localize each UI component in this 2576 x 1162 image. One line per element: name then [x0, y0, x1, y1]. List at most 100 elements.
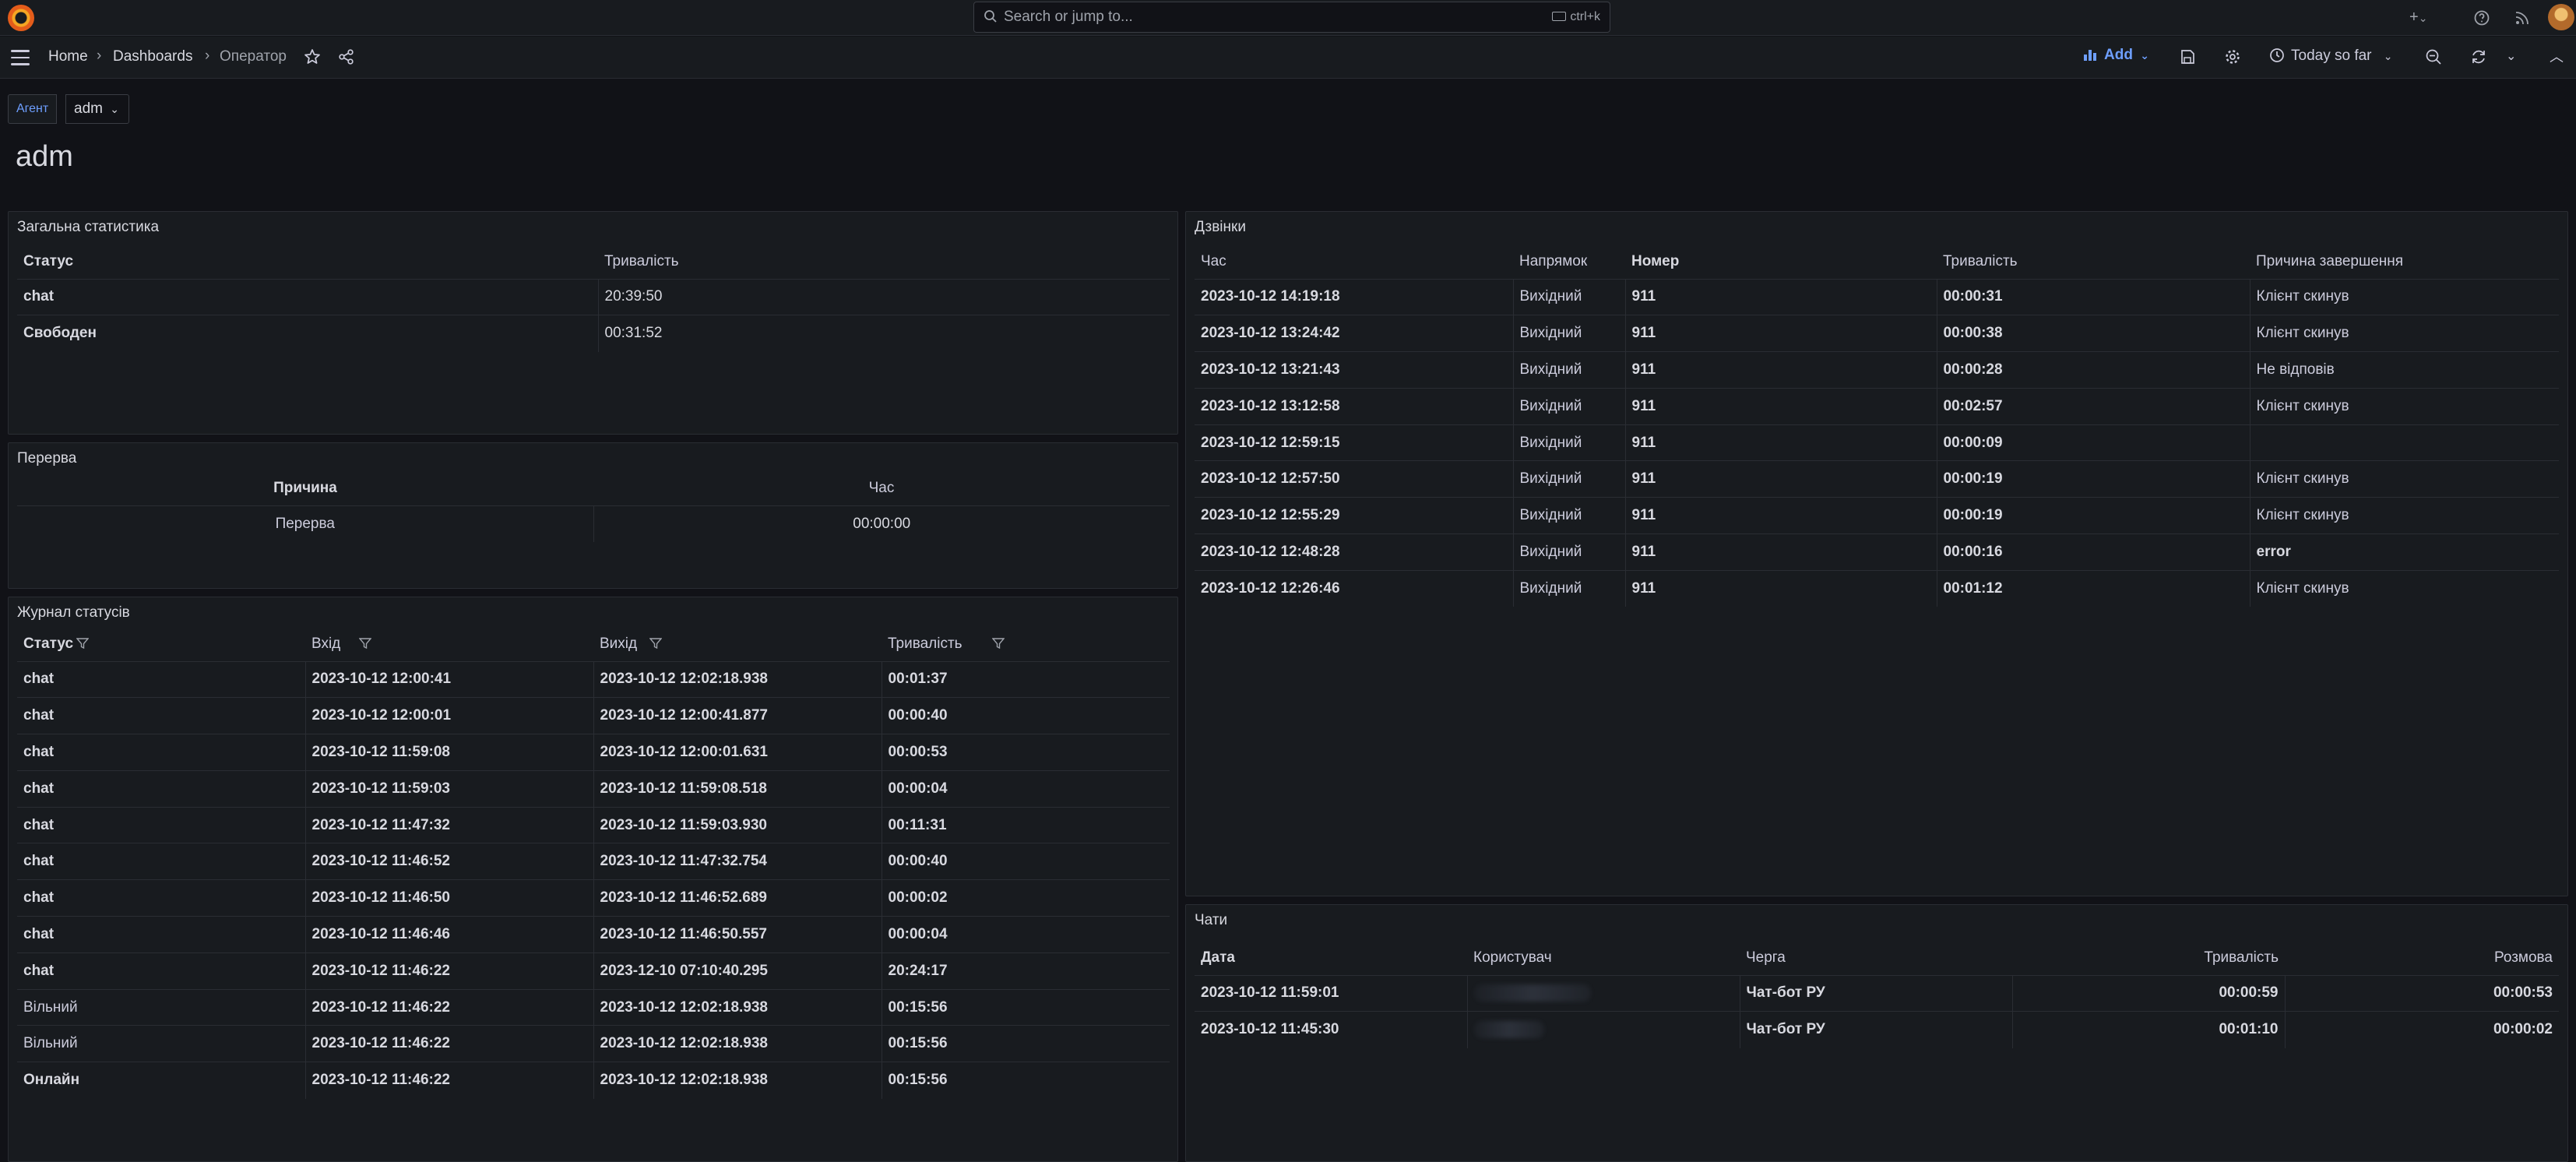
column-header-user[interactable]: Користувач: [1467, 941, 1740, 975]
panel-break: Перерва Причина Час Перерва 00:00:00: [8, 442, 1178, 589]
column-header-queue[interactable]: Черга: [1740, 941, 2012, 975]
table-cell: 00:00:38: [1937, 315, 2250, 352]
column-header-time[interactable]: Час: [1195, 245, 1513, 279]
table-row: chat 2023-10-12 11:59:08 2023-10-12 12:00:…: [17, 734, 1170, 771]
table-cell: 911: [1625, 424, 1937, 461]
column-header-duration[interactable]: Тривалість: [2012, 941, 2285, 975]
new-plus-icon[interactable]: +⌄: [2409, 9, 2427, 26]
filter-icon[interactable]: [991, 638, 1005, 649]
table-row: 2023-10-12 14:19:18 Вихідний 911 00:00:31 Кл…: [1195, 278, 2559, 315]
column-header-status[interactable]: Статус: [17, 245, 598, 279]
variable-label-agent: Агент: [8, 94, 58, 124]
table-row: 2023-10-12 12:57:50 Вихідний 911 00:00:19 Кл…: [1195, 460, 2559, 498]
table-cell: 2023-10-12 12:59:15: [1195, 424, 1514, 461]
search-bar[interactable]: Search or jump to... ctrl+k: [973, 2, 1610, 33]
table-cell: chat: [17, 278, 599, 315]
table-cell: 2023-10-12 12:26:46: [1195, 569, 1514, 607]
breadcrumb-home[interactable]: Home: [48, 48, 88, 65]
table-row: 2023-10-12 13:12:58 Вихідний 911 00:02:57 Кл…: [1195, 387, 2559, 425]
chevron-down-icon: ⌄: [2383, 50, 2393, 62]
news-rss-icon[interactable]: [2514, 9, 2531, 26]
table-cell: Онлайн: [17, 1062, 306, 1099]
zoom-out-icon[interactable]: [2425, 48, 2442, 65]
grafana-logo-icon[interactable]: [8, 5, 34, 31]
add-button[interactable]: Add ⌄: [2084, 47, 2149, 64]
table-cell: Вільний: [17, 1025, 306, 1062]
table-cell: Вихідний: [1513, 497, 1626, 534]
filter-icon[interactable]: [649, 638, 663, 649]
share-icon[interactable]: [338, 48, 355, 65]
column-header-reason[interactable]: Причина: [17, 471, 593, 505]
table-cell: chat: [17, 806, 306, 843]
table-cell: 20:24:17: [882, 952, 1170, 990]
refresh-icon[interactable]: [2470, 48, 2487, 65]
panel-calls: Дзвінки Час Напрямок Номер Тривалість Пр…: [1185, 211, 2568, 896]
table-row: chat 20:39:50: [17, 278, 1170, 315]
column-header-end-reason[interactable]: Причина завершення: [2250, 245, 2559, 279]
table-cell: 911: [1625, 351, 1937, 389]
table-row: Вільний 2023-10-12 11:46:22 2023-10-12 12:…: [17, 1025, 1170, 1062]
menu-hamburger-icon[interactable]: [11, 50, 30, 65]
column-header-time[interactable]: Час: [593, 471, 1170, 505]
general-stats-table: Статус Тривалість chat 20:39:50 Свободен…: [17, 245, 1170, 352]
collapse-chevron-up-icon[interactable]: ︿: [2550, 48, 2564, 66]
help-icon[interactable]: [2473, 9, 2490, 26]
column-header-out[interactable]: Вихід: [593, 627, 882, 661]
breadcrumb-separator-icon: ›: [205, 48, 210, 64]
column-header-number[interactable]: Номер: [1625, 245, 1937, 279]
table-cell: 00:01:12: [1937, 569, 2250, 607]
add-button-label: Add: [2104, 47, 2133, 63]
page-title: adm: [16, 140, 73, 173]
refresh-interval-chevron-icon[interactable]: ⌄: [2506, 48, 2516, 66]
column-header-date[interactable]: Дата: [1195, 941, 1467, 975]
time-range-picker[interactable]: Today so far ⌄: [2269, 48, 2393, 65]
table-cell: Клієнт скинув: [2250, 315, 2559, 352]
variable-select-agent[interactable]: adm ⌄: [65, 94, 129, 124]
column-header-duration[interactable]: Тривалість: [1937, 245, 2250, 279]
table-row: 2023-10-12 13:24:42 Вихідний 911 00:00:38 Кл…: [1195, 315, 2559, 352]
variable-select-value: adm: [74, 100, 103, 117]
keyboard-icon: [1552, 12, 1567, 21]
table-cell: 2023-10-12 11:46:52: [305, 843, 594, 880]
star-icon[interactable]: [304, 48, 321, 65]
column-header-conversation[interactable]: Розмова: [2285, 941, 2559, 975]
column-header-duration[interactable]: Тривалість: [598, 245, 1170, 279]
column-header-in[interactable]: Вхід: [305, 627, 593, 661]
table-cell: Клієнт скинув: [2250, 387, 2559, 425]
table-cell: 2023-10-12 11:46:46: [305, 916, 594, 953]
table-cell: 2023-10-12 11:47:32: [305, 806, 594, 843]
table-cell: 00:00:53: [882, 734, 1170, 771]
column-header-label: Вихід: [600, 635, 638, 652]
filter-icon[interactable]: [359, 638, 372, 649]
column-header-duration[interactable]: Тривалість: [882, 627, 1170, 661]
chats-table: Дата Користувач Черга Тривалість Розмова…: [1195, 941, 2559, 1048]
filter-icon[interactable]: [76, 638, 90, 649]
chevron-down-icon: ⌄: [2418, 12, 2428, 24]
table-cell: 00:31:52: [598, 315, 1170, 352]
save-icon[interactable]: [2179, 48, 2196, 65]
table-cell: 911: [1625, 460, 1937, 498]
table-cell: [2250, 424, 2559, 461]
search-shortcut-label: ctrl+k: [1570, 10, 1600, 23]
table-cell: 2023-10-12 13:24:42: [1195, 315, 1514, 352]
table-cell: 00:00:00: [593, 505, 1170, 542]
table-row: chat 2023-10-12 11:47:32 2023-10-12 11:59:…: [17, 806, 1170, 843]
table-cell: Вихідний: [1513, 569, 1626, 607]
breadcrumb-separator-icon: ›: [97, 48, 102, 64]
table-cell: chat: [17, 843, 306, 880]
table-cell: 00:01:10: [2012, 1011, 2286, 1048]
table-row: 2023-10-12 12:55:29 Вихідний 911 00:00:19 Кл…: [1195, 497, 2559, 534]
column-header-status[interactable]: Статус: [17, 627, 305, 661]
settings-gear-icon[interactable]: [2224, 48, 2241, 65]
table-cell: 2023-10-12 13:21:43: [1195, 351, 1514, 389]
column-header-direction[interactable]: Напрямок: [1513, 245, 1625, 279]
breadcrumb-dashboards[interactable]: Dashboards: [113, 48, 192, 65]
user-avatar[interactable]: [2548, 4, 2574, 30]
redacted-user-blur: [1473, 1021, 1544, 1039]
table-cell: Не відповів: [2250, 351, 2559, 389]
table-cell: 00:00:19: [1937, 460, 2250, 498]
table-cell: Клієнт скинув: [2250, 278, 2559, 315]
search-shortcut: ctrl+k: [1552, 10, 1600, 24]
table-row: Онлайн 2023-10-12 11:46:22 2023-10-12 12:0…: [17, 1062, 1170, 1099]
table-cell: 00:00:59: [2012, 974, 2286, 1012]
